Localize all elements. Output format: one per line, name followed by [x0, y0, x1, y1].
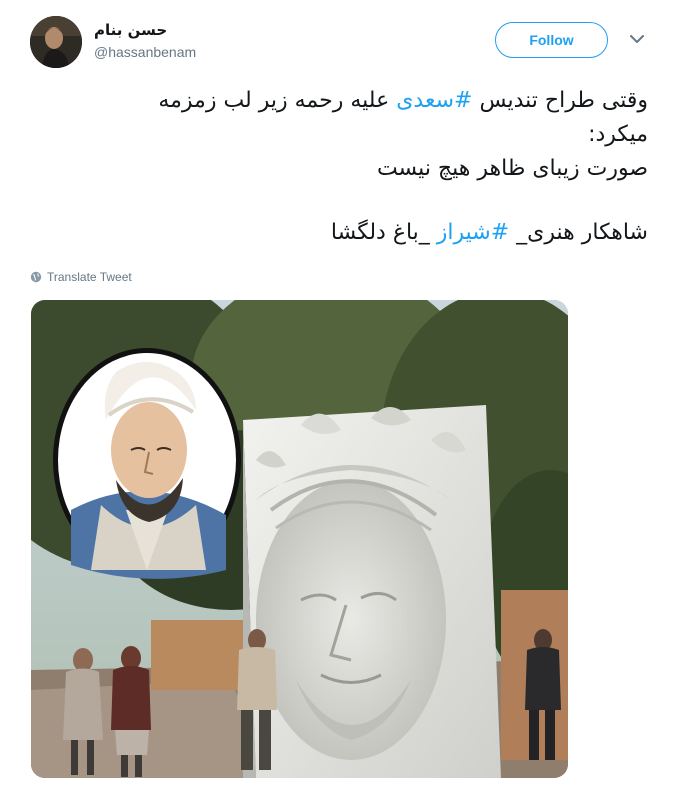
tweet-line-2: میکرد: — [588, 122, 648, 147]
tweet-line-4: شاهکار هنری_ #شیراز _باغ دلگشا — [30, 216, 648, 250]
user-handle[interactable]: @hassanbenam — [94, 42, 196, 62]
tweet-text-segment: شاهکار هنری_ — [509, 220, 648, 245]
translate-label: Translate Tweet — [47, 270, 132, 284]
photo-image — [31, 300, 568, 778]
tweet-text: وقتی طراح تندیس #سعدی علیه رحمه زیر لب ز… — [30, 84, 648, 250]
user-avatar-icon — [30, 16, 82, 68]
hashtag-link[interactable]: #شیراز — [437, 220, 509, 245]
tweet-line-1: وقتی طراح تندیس #سعدی علیه رحمه زیر لب ز… — [30, 84, 648, 118]
display-name[interactable]: حسن بنام — [94, 20, 196, 40]
globe-icon — [30, 271, 42, 283]
chevron-down-icon[interactable] — [628, 32, 646, 46]
translate-tweet-link[interactable]: Translate Tweet — [30, 270, 132, 284]
tweet-line-3: صورت زیبای ظاهر هیچ نیست — [376, 156, 648, 181]
user-names: حسن بنام @hassanbenam — [94, 20, 196, 62]
follow-button[interactable]: Follow — [495, 22, 608, 58]
avatar[interactable] — [30, 16, 82, 68]
tweet-text-segment: وقتی طراح تندیس — [472, 88, 648, 113]
tweet-text-segment: _باغ دلگشا — [330, 220, 437, 245]
tweet-text-segment: علیه رحمه زیر لب زمزمه — [158, 88, 397, 113]
hashtag-link[interactable]: #سعدی — [396, 88, 472, 113]
tweet-header: حسن بنام @hassanbenam Follow — [30, 16, 660, 72]
tweet-photo[interactable] — [31, 300, 568, 778]
